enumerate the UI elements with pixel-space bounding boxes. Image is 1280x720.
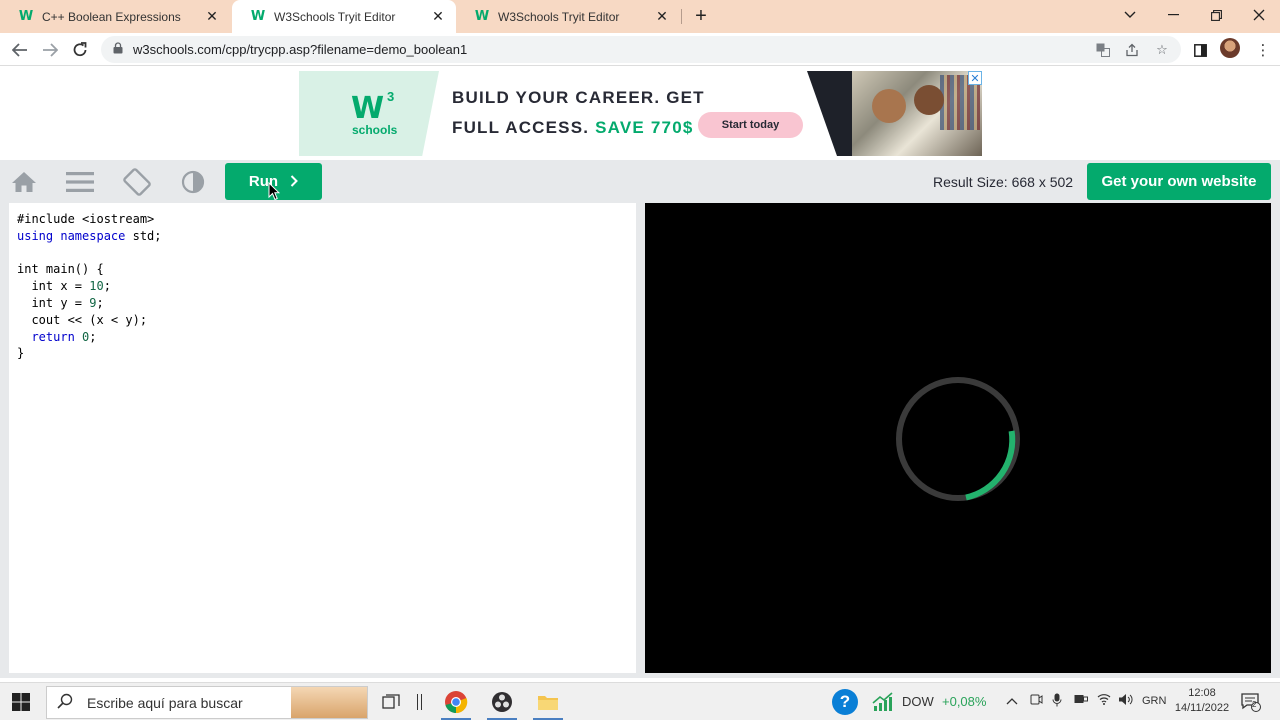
code-line: using namespace std; <box>17 228 162 243</box>
advertisement-banner[interactable]: W 3 schools BUILD YOUR CAREER. GET FULL … <box>299 71 982 156</box>
search-icon <box>57 693 73 713</box>
stock-chart-icon[interactable] <box>868 687 898 717</box>
usb-device-icon[interactable] <box>1074 693 1088 708</box>
clock-date: 14/11/2022 <box>1174 702 1230 714</box>
w3schools-favicon-icon: W <box>250 9 266 24</box>
code-editor[interactable]: #include <iostream> using namespace std;… <box>9 203 636 673</box>
home-icon[interactable] <box>8 166 40 198</box>
browser-toolbar: w3schools.com/cpp/trycpp.asp?filename=de… <box>0 33 1280 66</box>
tryit-toolbar: Run Result Size: 668 x 502 Get your own … <box>0 160 1280 203</box>
kebab-menu-icon[interactable]: ⋮ <box>1250 37 1276 63</box>
wifi-icon[interactable] <box>1097 693 1111 708</box>
notification-center-icon[interactable]: 2 <box>1240 691 1262 713</box>
tab-title: W3Schools Tryit Editor <box>498 9 620 24</box>
microphone-icon[interactable] <box>1052 693 1062 710</box>
result-panel <box>645 203 1271 673</box>
minimize-icon[interactable] <box>1151 0 1195 30</box>
meet-now-icon[interactable] <box>1030 693 1043 709</box>
code-line: } <box>17 346 25 361</box>
w3schools-favicon-icon: W <box>18 9 34 24</box>
menu-hamburger-icon[interactable] <box>64 166 96 198</box>
w3schools-logo: W 3 schools <box>299 71 439 156</box>
search-placeholder: Escribe aquí para buscar <box>87 694 243 711</box>
rotate-orientation-icon[interactable] <box>121 166 153 198</box>
logo-mark: W <box>351 91 385 126</box>
result-size-label: Result Size: 668 x 502 <box>933 174 1074 190</box>
bookmark-star-icon[interactable]: ☆ <box>1150 36 1174 63</box>
ad-subheadline-text: FULL ACCESS. <box>452 118 590 137</box>
browser-tab[interactable]: W C++ Boolean Expressions ✕ <box>0 0 230 33</box>
code-line: int x = 10; <box>17 279 111 294</box>
get-your-own-website-button[interactable]: Get your own website <box>1087 163 1271 200</box>
ad-subheadline: FULL ACCESS. SAVE 770$ <box>452 118 694 138</box>
task-view-icon[interactable] <box>376 687 406 717</box>
side-panel-icon[interactable] <box>1187 37 1213 63</box>
close-tab-icon[interactable]: ✕ <box>654 8 670 25</box>
reload-icon[interactable] <box>67 37 93 63</box>
show-hidden-icons-chevron-icon[interactable] <box>1006 693 1018 708</box>
code-line: #include <iostream> <box>17 212 155 226</box>
code-line: int main() { <box>17 262 104 277</box>
loading-spinner-icon <box>896 377 1020 501</box>
tab-title: W3Schools Tryit Editor <box>274 9 396 24</box>
ad-photo <box>852 71 982 156</box>
close-ad-icon[interactable]: ✕ <box>968 71 982 85</box>
address-bar[interactable]: w3schools.com/cpp/trycpp.asp?filename=de… <box>101 36 1181 63</box>
back-arrow-icon[interactable] <box>7 37 33 63</box>
file-explorer-icon[interactable] <box>533 687 563 717</box>
clock-time: 12:08 <box>1188 687 1216 699</box>
notification-count: 2 <box>1252 700 1257 709</box>
logo-text: schools <box>352 123 398 137</box>
keyboard-language[interactable]: GRN <box>1142 695 1166 707</box>
logo-superscript: 3 <box>387 89 395 104</box>
dark-mode-contrast-icon[interactable] <box>177 166 209 198</box>
start-today-button[interactable]: Start today <box>698 112 803 138</box>
editor-workspace: #include <iostream> using namespace std;… <box>0 203 1280 678</box>
taskbar-search-box[interactable]: Escribe aquí para buscar <box>46 686 368 719</box>
tab-title: C++ Boolean Expressions <box>42 9 181 24</box>
chrome-icon[interactable] <box>441 687 471 717</box>
ad-headline: BUILD YOUR CAREER. GET <box>452 88 705 107</box>
close-tab-icon[interactable]: ✕ <box>430 8 446 25</box>
stock-change: +0,08% <box>942 694 987 709</box>
forward-arrow-icon[interactable] <box>37 37 63 63</box>
browser-tab-active[interactable]: W W3Schools Tryit Editor ✕ <box>232 0 456 33</box>
obs-icon[interactable] <box>487 687 517 717</box>
code-line: cout << (x < y); <box>17 312 148 327</box>
system-clock[interactable]: 12:08 14/11/2022 <box>1172 686 1232 716</box>
help-icon[interactable]: ? <box>832 689 858 715</box>
search-highlight-image <box>291 687 367 718</box>
tab-divider <box>681 9 682 24</box>
tab-search-chevron-icon[interactable] <box>1108 0 1152 30</box>
url-text: w3schools.com/cpp/trycpp.asp?filename=de… <box>133 42 468 57</box>
lock-icon <box>113 42 127 57</box>
code-line: return 0; <box>31 329 97 344</box>
w3schools-favicon-icon: W <box>474 9 490 24</box>
translate-icon[interactable] <box>1091 36 1115 63</box>
browser-tab-strip: W C++ Boolean Expressions ✕ W W3Schools … <box>0 0 1280 33</box>
share-icon[interactable] <box>1120 36 1144 63</box>
ad-decoration <box>807 71 857 156</box>
volume-icon[interactable] <box>1118 693 1133 709</box>
code-line: int y = 9; <box>17 295 104 310</box>
stock-name: DOW <box>902 694 934 709</box>
close-tab-icon[interactable]: ✕ <box>204 8 220 25</box>
profile-avatar[interactable] <box>1220 38 1240 58</box>
windows-start-icon[interactable] <box>10 691 32 713</box>
taskbar-divider <box>405 687 435 717</box>
windows-taskbar: Escribe aquí para buscar ? DOW +0,08% GR… <box>0 682 1280 720</box>
browser-tab[interactable]: W W3Schools Tryit Editor ✕ <box>456 0 680 33</box>
mouse-cursor-icon <box>268 182 280 201</box>
chevron-right-icon <box>290 172 298 192</box>
ad-discount: SAVE 770$ <box>595 118 694 137</box>
restore-icon[interactable] <box>1194 0 1238 30</box>
new-tab-plus-icon[interactable]: + <box>689 4 713 28</box>
close-window-icon[interactable] <box>1237 0 1280 30</box>
